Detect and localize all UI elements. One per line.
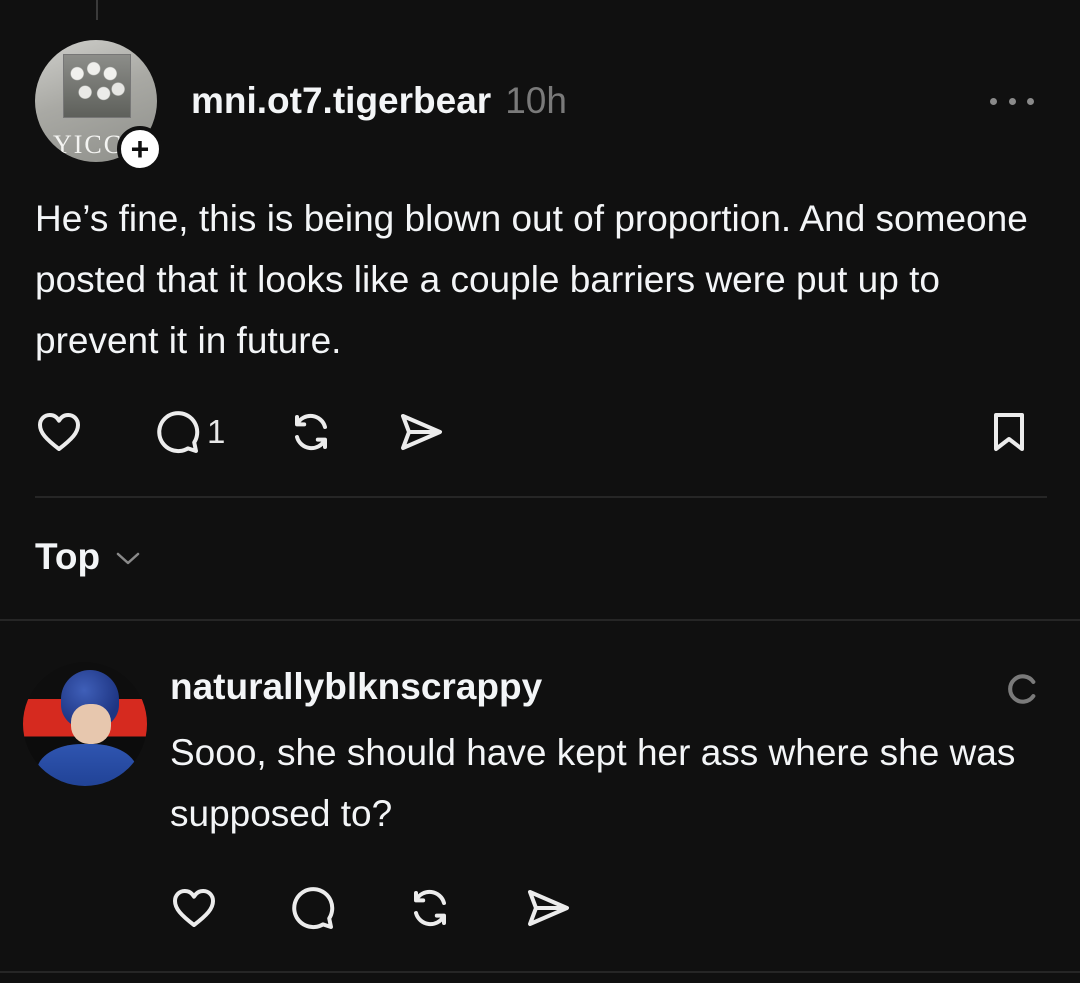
reply-author-avatar[interactable] <box>23 662 147 786</box>
share-button[interactable] <box>397 408 445 456</box>
follow-button[interactable]: + <box>117 126 163 172</box>
repost-button[interactable] <box>287 408 335 456</box>
bookmark-icon <box>994 413 1024 451</box>
sort-label: Top <box>35 536 101 577</box>
reply-button[interactable]: 1 <box>153 408 225 456</box>
comment-icon <box>292 887 335 930</box>
avatar-body-shape <box>37 744 137 786</box>
send-icon <box>528 890 569 926</box>
reply-text: Sooo, she should have kept her ass where… <box>170 732 1016 834</box>
repost-button[interactable] <box>406 884 454 932</box>
send-icon <box>401 414 443 450</box>
sort-dropdown[interactable]: Top <box>35 536 142 578</box>
heart-icon <box>173 889 215 927</box>
more-options-icon[interactable] <box>990 96 1034 106</box>
avatar-face-shape <box>71 704 111 744</box>
post-action-bar: 1 <box>35 408 445 456</box>
like-button[interactable] <box>35 408 83 456</box>
section-divider <box>0 619 1080 621</box>
share-button[interactable] <box>524 884 572 932</box>
avatar-logo-text: YICC <box>53 130 124 159</box>
bottom-divider <box>0 971 1080 973</box>
reply-action-bar <box>170 884 572 932</box>
loading-spinner-icon <box>1008 674 1036 704</box>
chevron-down-icon <box>116 552 140 565</box>
repost-icon <box>295 413 328 451</box>
heart-icon <box>38 413 80 451</box>
comment-icon <box>157 411 200 454</box>
reply-button[interactable] <box>288 884 336 932</box>
like-button[interactable] <box>170 884 218 932</box>
repost-icon <box>414 889 446 927</box>
avatar-group-photo <box>63 54 131 118</box>
thread-connector-line <box>96 0 98 20</box>
post-divider <box>35 496 1047 498</box>
post-timestamp: 10h <box>505 80 567 121</box>
bookmark-button[interactable] <box>985 408 1033 456</box>
reply-username[interactable]: naturallyblknscrappy <box>170 666 542 708</box>
reply-count: 1 <box>207 413 226 450</box>
post-username[interactable]: mni.ot7.tigerbear <box>191 80 491 122</box>
post-text: He’s fine, this is being blown out of pr… <box>35 198 1028 361</box>
post-header: mni.ot7.tigerbear 10h <box>191 80 567 124</box>
